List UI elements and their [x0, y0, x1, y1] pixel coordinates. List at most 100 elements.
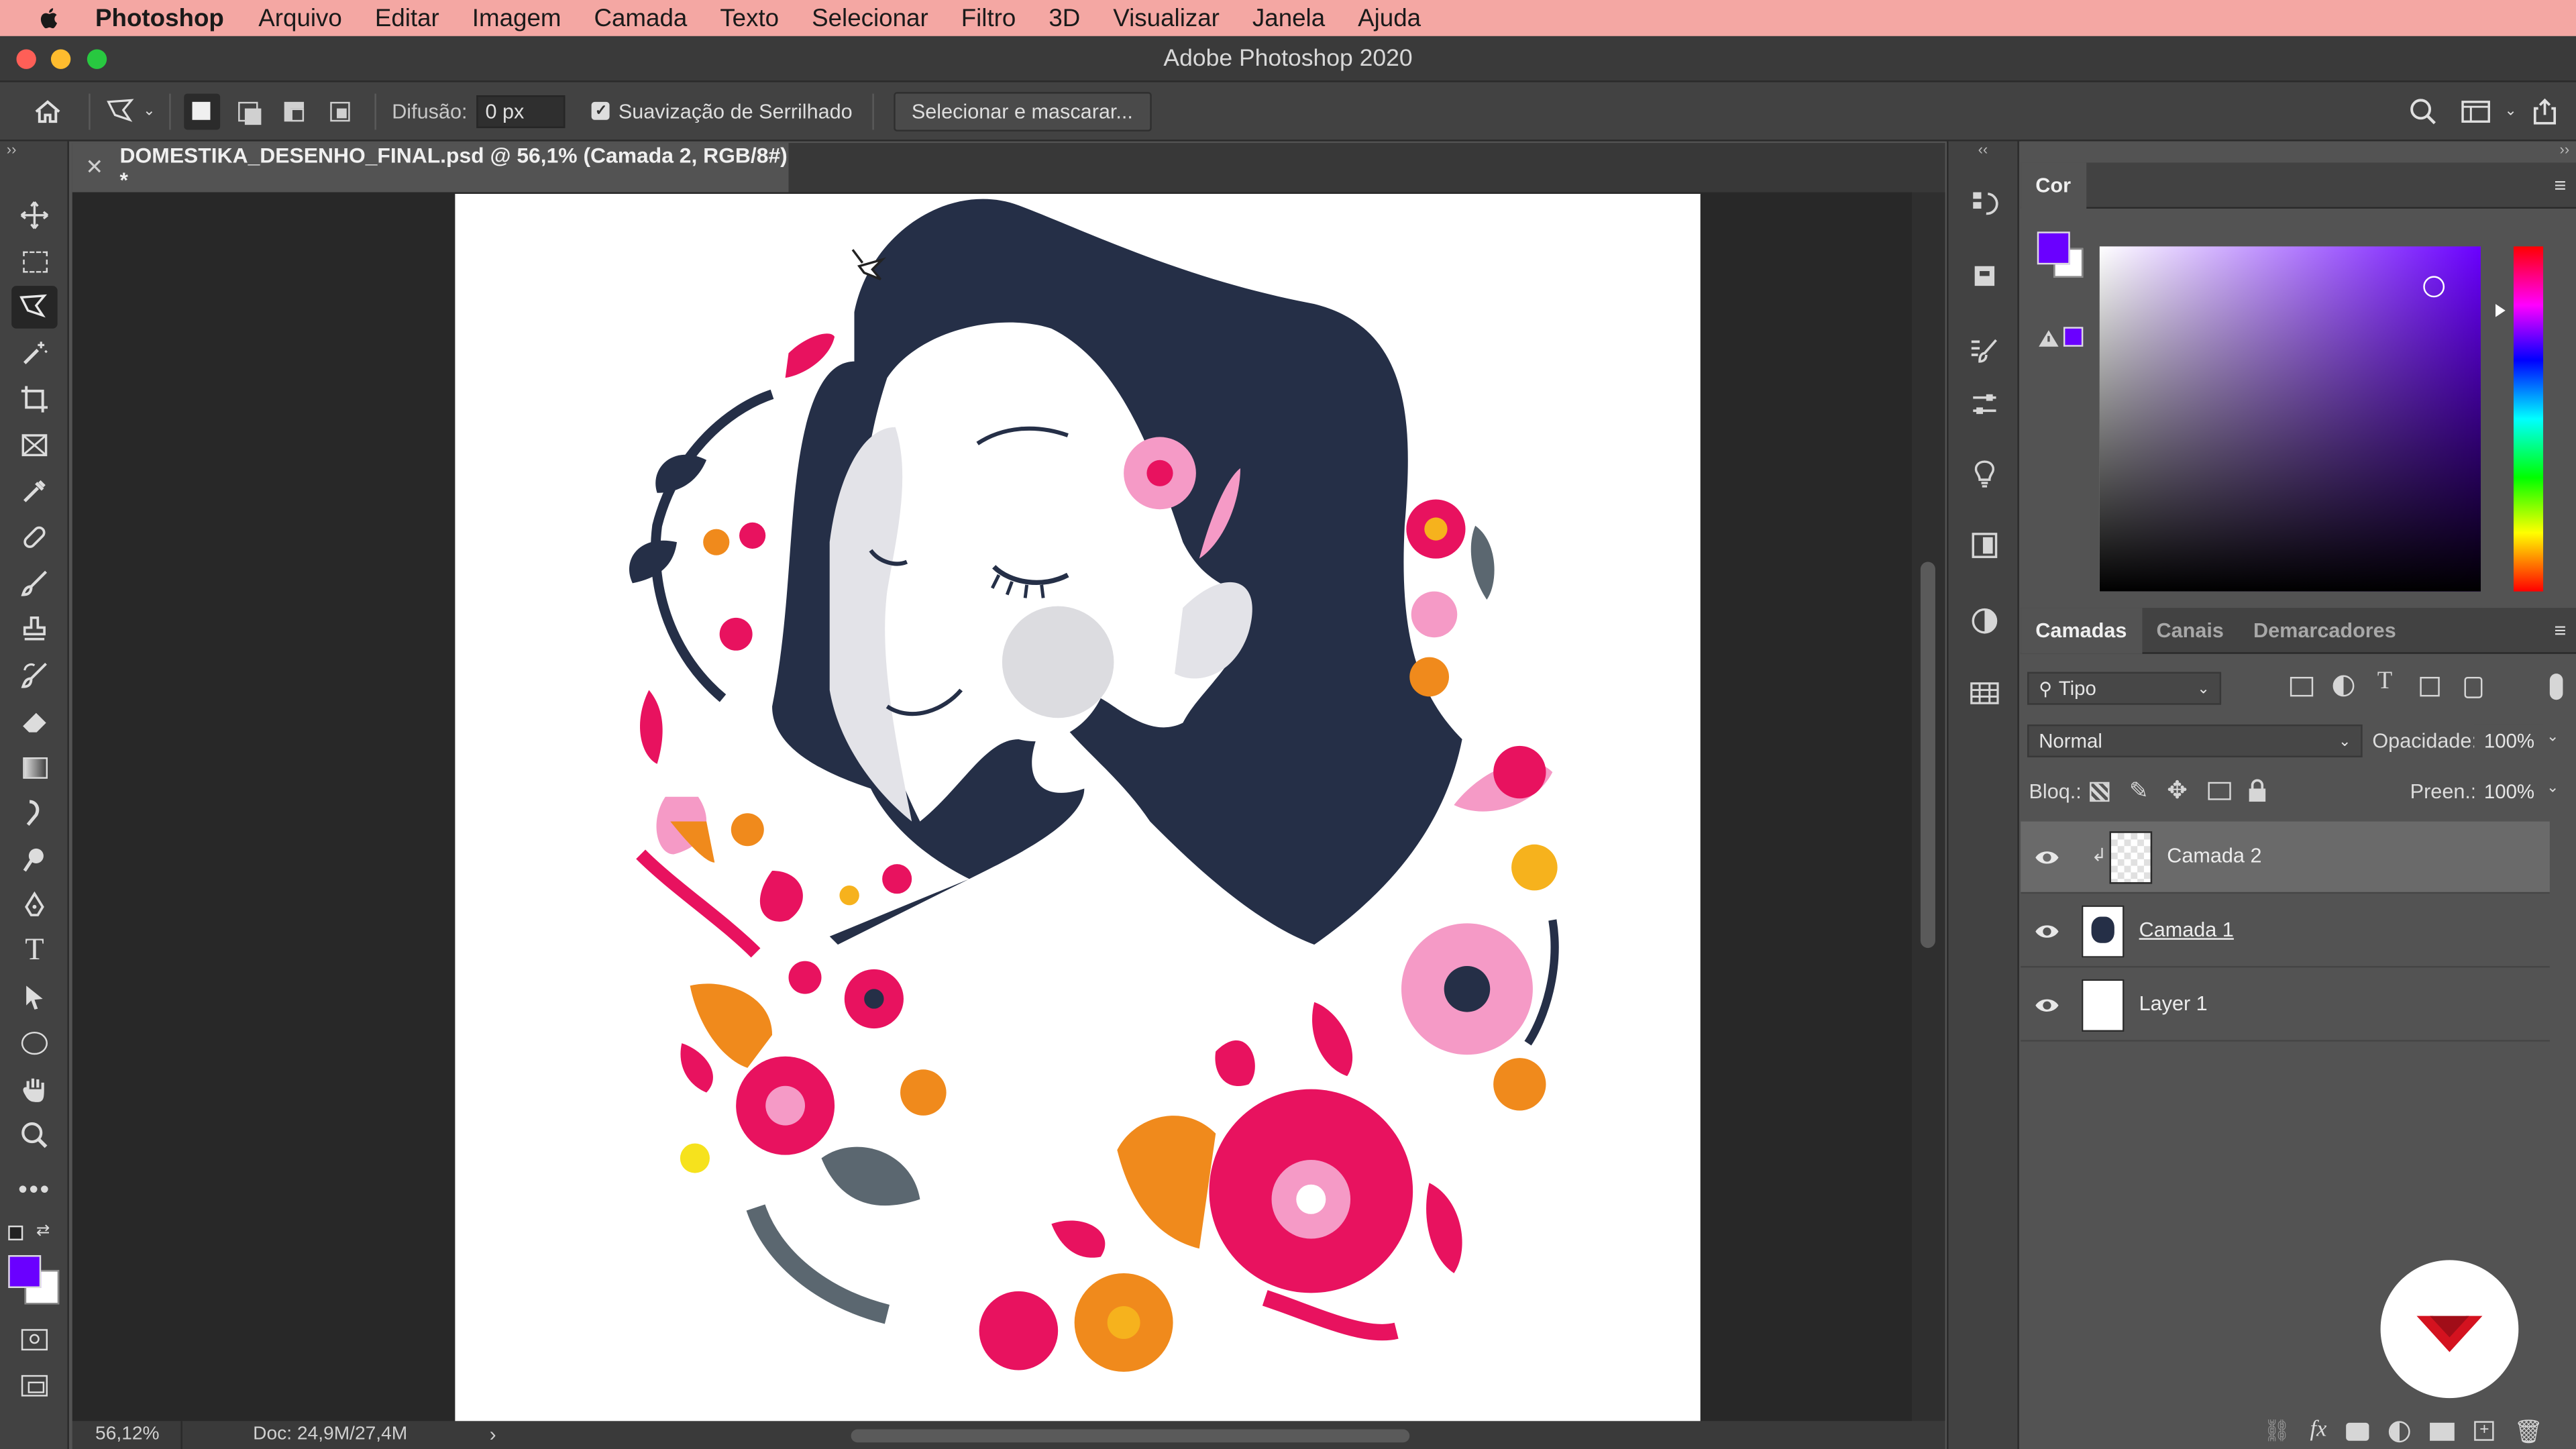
- filter-shape-icon[interactable]: [2420, 676, 2440, 697]
- menu-3d[interactable]: 3D: [1049, 4, 1080, 32]
- stamp-tool-icon[interactable]: [11, 608, 58, 651]
- apple-icon[interactable]: [36, 5, 62, 31]
- layer-row[interactable]: Camada 1: [2021, 896, 2550, 968]
- swap-colors-icon[interactable]: ⇄: [36, 1222, 50, 1240]
- out-of-gamut-warning-icon[interactable]: [2037, 327, 2060, 356]
- horizontal-scroll-thumb[interactable]: [851, 1429, 1410, 1443]
- layer-name[interactable]: Camada 1: [2139, 918, 2234, 941]
- menu-selecionar[interactable]: Selecionar: [812, 4, 928, 32]
- workspace-icon[interactable]: [2459, 93, 2495, 129]
- subtract-from-selection-icon[interactable]: [275, 93, 311, 129]
- color-panel-menu-icon[interactable]: ≡: [2554, 162, 2566, 209]
- visibility-eye-icon[interactable]: [2034, 918, 2060, 945]
- frame-tool-icon[interactable]: [11, 424, 58, 467]
- tab-color[interactable]: Cor: [2021, 162, 2086, 208]
- move-tool-icon[interactable]: [11, 194, 58, 237]
- menu-editar[interactable]: Editar: [375, 4, 439, 32]
- zoom-tool-icon[interactable]: [11, 1114, 58, 1157]
- expand-toolbar-icon[interactable]: ››: [7, 142, 17, 158]
- pen-tool-icon[interactable]: [11, 884, 58, 927]
- collapse-dock-icon[interactable]: ‹‹: [1978, 142, 1988, 158]
- lock-artboard-icon[interactable]: [2208, 782, 2231, 800]
- menu-filtro[interactable]: Filtro: [961, 4, 1016, 32]
- artwork-canvas[interactable]: [455, 193, 1701, 1421]
- filter-toggle-switch[interactable]: [2549, 674, 2563, 700]
- lasso-tool-icon[interactable]: [11, 286, 58, 329]
- 3d-panel-icon[interactable]: [1965, 256, 2004, 296]
- menu-janela[interactable]: Janela: [1252, 4, 1325, 32]
- new-adjustment-layer-icon[interactable]: [2389, 1420, 2411, 1442]
- saturation-brightness-field[interactable]: [2099, 246, 2481, 592]
- workspace-chevron-icon[interactable]: ⌄: [2504, 102, 2516, 120]
- ellipse-tool-icon[interactable]: [11, 1022, 58, 1065]
- more-tools-icon[interactable]: •••: [11, 1170, 58, 1213]
- polygonal-lasso-preset-icon[interactable]: [103, 93, 140, 129]
- layer-name[interactable]: Camada 2: [2167, 845, 2261, 867]
- eraser-tool-icon[interactable]: [11, 700, 58, 743]
- collapse-panels-icon[interactable]: ››: [2560, 142, 2570, 158]
- lock-all-icon[interactable]: [2247, 779, 2267, 807]
- menu-imagem[interactable]: Imagem: [472, 4, 561, 32]
- history-panel-icon[interactable]: [1965, 184, 2004, 223]
- healing-brush-tool-icon[interactable]: [11, 516, 58, 559]
- brush-settings-icon[interactable]: [1965, 332, 2004, 372]
- dodge-tool-icon[interactable]: [11, 838, 58, 881]
- fill-chevron-icon[interactable]: ⌄: [2546, 779, 2559, 797]
- brush-tool-icon[interactable]: [11, 562, 58, 605]
- zoom-window-button[interactable]: [87, 49, 107, 69]
- layer-filter-select[interactable]: ⚲ Tipo ⌄: [2027, 672, 2222, 705]
- feather-input[interactable]: [477, 94, 566, 127]
- filter-type-icon[interactable]: T: [2377, 669, 2392, 697]
- minimize-window-button[interactable]: [50, 49, 71, 69]
- layer-row[interactable]: Layer 1: [2021, 969, 2550, 1042]
- search-icon[interactable]: [2406, 93, 2442, 129]
- gradient-tool-icon[interactable]: [11, 746, 58, 789]
- gamut-color-swatch[interactable]: [2063, 327, 2084, 347]
- new-group-icon[interactable]: [2430, 1421, 2455, 1440]
- fill-value[interactable]: 100%: [2474, 775, 2544, 808]
- layer-row[interactable]: ↲ Camada 2: [2021, 821, 2550, 894]
- layer-name[interactable]: Layer 1: [2139, 992, 2208, 1015]
- foreground-color-swatch[interactable]: [8, 1255, 42, 1289]
- new-layer-icon[interactable]: +: [2474, 1421, 2495, 1441]
- select-and-mask-button[interactable]: Selecionar e mascarar...: [893, 91, 1151, 131]
- opacity-value[interactable]: 100%: [2474, 724, 2544, 757]
- visibility-eye-icon[interactable]: [2034, 845, 2060, 871]
- learn-panel-icon[interactable]: [1965, 453, 2004, 493]
- document-tab[interactable]: ✕ DOMESTIKA_DESENHO_FINAL.psd @ 56,1% (C…: [72, 142, 789, 193]
- link-layers-icon[interactable]: ⛓: [2263, 1417, 2290, 1444]
- new-selection-icon[interactable]: [183, 93, 220, 129]
- path-selection-tool-icon[interactable]: [11, 976, 58, 1019]
- magic-wand-tool-icon[interactable]: [11, 332, 58, 375]
- menu-camada[interactable]: Camada: [594, 4, 687, 32]
- eyedropper-tool-icon[interactable]: [11, 470, 58, 513]
- screen-mode-icon[interactable]: [11, 1364, 58, 1407]
- filter-smart-object-icon[interactable]: [2464, 676, 2483, 698]
- visibility-eye-icon[interactable]: [2034, 992, 2060, 1018]
- adjustments-panel-icon[interactable]: [1965, 601, 2004, 641]
- lock-image-brush-icon[interactable]: ✎: [2129, 777, 2149, 805]
- close-document-icon[interactable]: ✕: [85, 154, 103, 180]
- chevron-down-icon[interactable]: ⌄: [143, 102, 155, 120]
- type-tool-icon[interactable]: T: [11, 930, 58, 973]
- close-window-button[interactable]: [16, 49, 36, 69]
- layers-panel-menu-icon[interactable]: ≡: [2554, 608, 2566, 654]
- zoom-level[interactable]: 56,12%: [95, 1424, 160, 1444]
- intersect-selection-icon[interactable]: [321, 93, 358, 129]
- default-colors-icon[interactable]: [8, 1225, 23, 1240]
- marquee-tool-icon[interactable]: [11, 240, 58, 283]
- swatches-grid-icon[interactable]: [1965, 674, 2004, 713]
- vertical-scroll-thumb[interactable]: [1920, 561, 1935, 949]
- opacity-chevron-icon[interactable]: ⌄: [2546, 728, 2559, 746]
- adjustments-properties-icon[interactable]: [1965, 384, 2004, 424]
- history-brush-tool-icon[interactable]: [11, 654, 58, 697]
- document-size[interactable]: Doc: 24,9M/27,4M: [253, 1424, 407, 1444]
- menu-texto[interactable]: Texto: [720, 4, 779, 32]
- tab-camadas[interactable]: Camadas: [2021, 606, 2142, 653]
- color-picker-handle[interactable]: [2423, 276, 2445, 298]
- status-menu-chevron-icon[interactable]: ›: [490, 1423, 496, 1446]
- delete-layer-icon[interactable]: 🗑: [2514, 1417, 2544, 1445]
- smudge-tool-icon[interactable]: [11, 792, 58, 835]
- hue-slider-handle[interactable]: [2496, 304, 2506, 317]
- vertical-scrollbar[interactable]: [1912, 192, 1945, 1421]
